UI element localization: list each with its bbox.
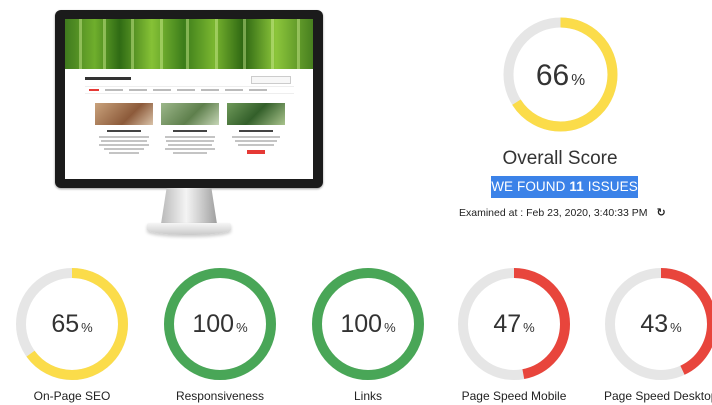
issues-count: 11 (569, 179, 584, 194)
metric-value: 65% (15, 310, 129, 339)
metric-unit: % (523, 320, 535, 335)
overall-score-value: 66% (503, 59, 618, 93)
metric-gauge-links: 100% (311, 267, 425, 381)
metric-unit: % (236, 320, 248, 335)
metric-unit: % (384, 320, 396, 335)
metric-score: 100 (340, 310, 383, 338)
metric-gauge-responsiveness: 100% (163, 267, 277, 381)
monitor-base (147, 223, 231, 235)
overall-score-number: 66 (535, 59, 570, 92)
issues-found-badge: WE FOUND 11 ISSUES (491, 176, 638, 198)
metric-gauge-on-page-seo: 65% (15, 267, 129, 381)
metric-label-responsiveness: Responsiveness (175, 389, 265, 403)
site-card (227, 103, 285, 175)
site-hero-image (65, 19, 313, 69)
examined-at-row: Examined at : Feb 23, 2020, 3:40:33 PM ↻ (459, 206, 666, 219)
site-nav-bar (85, 86, 294, 94)
metric-label-page-speed-desktop: Page Speed Desktop (604, 389, 712, 403)
website-screenshot (65, 19, 313, 179)
metric-value: 43% (604, 310, 712, 339)
metric-value: 100% (163, 310, 277, 339)
examined-at-text: Examined at : Feb 23, 2020, 3:40:33 PM (459, 207, 648, 219)
metric-score: 65 (51, 310, 80, 338)
metric-unit: % (81, 320, 93, 335)
metric-score: 47 (493, 310, 522, 338)
issues-suffix: ISSUES (587, 179, 638, 194)
metric-label-on-page-seo: On-Page SEO (33, 389, 111, 403)
metric-unit: % (670, 320, 682, 335)
website-preview-monitor (55, 10, 323, 238)
issues-prefix: WE FOUND (491, 179, 566, 194)
site-search-box (251, 76, 291, 84)
site-card (161, 103, 219, 175)
metric-score: 100 (192, 310, 235, 338)
metric-score: 43 (640, 310, 669, 338)
overall-score-unit: % (571, 72, 586, 89)
monitor-stand (161, 188, 217, 224)
overall-score-gauge: 66% (503, 17, 618, 132)
refresh-icon[interactable]: ↻ (656, 206, 665, 219)
site-card (95, 103, 153, 175)
metric-gauge-page-speed-mobile: 47% (457, 267, 571, 381)
site-cards (95, 103, 285, 175)
monitor-frame (55, 10, 323, 188)
site-title-placeholder (85, 77, 131, 80)
metric-gauge-page-speed-desktop: 43% (604, 267, 712, 381)
metric-value: 47% (457, 310, 571, 339)
metric-value: 100% (311, 310, 425, 339)
metric-label-links: Links (353, 389, 382, 403)
metric-label-page-speed-mobile: Page Speed Mobile (461, 389, 567, 403)
overall-score-label: Overall Score (502, 148, 618, 169)
